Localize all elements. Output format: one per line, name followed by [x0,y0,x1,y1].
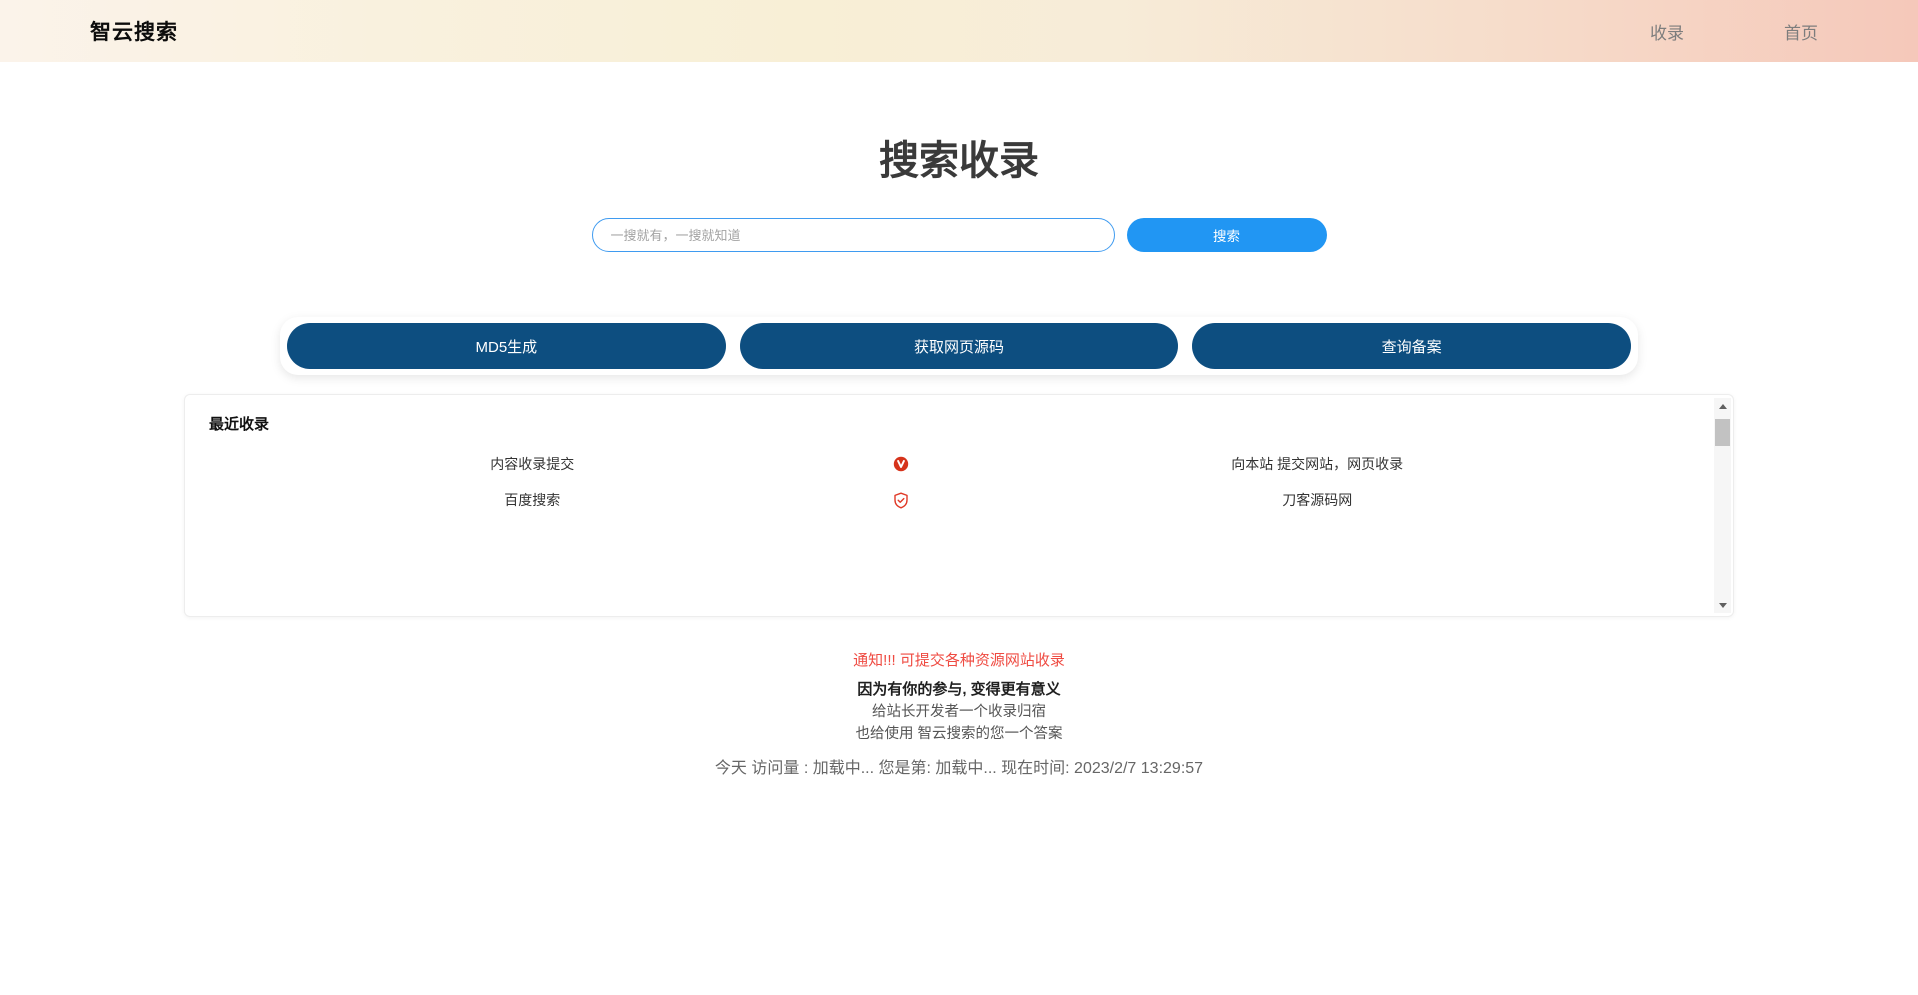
search-row: 搜索 [0,218,1918,252]
search-input[interactable] [592,218,1115,252]
verified-badge-icon [856,456,946,472]
scrollbar-thumb[interactable] [1715,419,1730,446]
get-page-source-button[interactable]: 获取网页源码 [740,323,1179,369]
nav-link-home[interactable]: 首页 [1784,19,1818,44]
recent-records-panel: 最近收录 内容收录提交 向本站 提交网站，网页收录 百度搜索 刀客源码网 [184,394,1734,617]
slogan-line3: 也给使用 智云搜索的您一个答案 [0,723,1918,745]
header-nav: 收录 首页 [1650,19,1818,44]
search-button[interactable]: 搜索 [1127,218,1327,252]
panel-scrollbar[interactable] [1714,398,1731,613]
nav-link-shoulu[interactable]: 收录 [1650,19,1684,44]
site-logo[interactable]: 智云搜索 [90,16,178,46]
visit-stats: 今天 访问量 : 加载中... 您是第: 加载中... 现在时间: 2023/2… [0,754,1918,778]
query-icp-button[interactable]: 查询备案 [1192,323,1631,369]
recent-records-title: 最近收录 [209,413,1689,434]
quick-links-bar: MD5生成 获取网页源码 查询备案 [280,317,1638,375]
footer: 通知!!! 可提交各种资源网站收录 因为有你的参与, 变得更有意义 给站长开发者… [0,649,1918,778]
record-name[interactable]: 内容收录提交 [209,454,856,474]
slogan-line2: 给站长开发者一个收录归宿 [0,701,1918,723]
slogan-bold: 因为有你的参与, 变得更有意义 [0,679,1918,701]
shield-check-icon [856,492,946,509]
table-row: 百度搜索 刀客源码网 [209,482,1689,518]
table-row: 内容收录提交 向本站 提交网站，网页收录 [209,446,1689,482]
header: 智云搜索 收录 首页 [0,0,1918,62]
notice-text: 通知!!! 可提交各种资源网站收录 [0,649,1918,670]
record-name[interactable]: 百度搜索 [209,490,856,510]
scroll-up-icon[interactable] [1714,398,1731,414]
scroll-down-icon[interactable] [1714,597,1731,613]
record-desc[interactable]: 刀客源码网 [946,490,1689,510]
md5-generate-button[interactable]: MD5生成 [287,323,726,369]
record-desc[interactable]: 向本站 提交网站，网页收录 [946,454,1689,474]
page-title: 搜索收录 [0,137,1918,185]
